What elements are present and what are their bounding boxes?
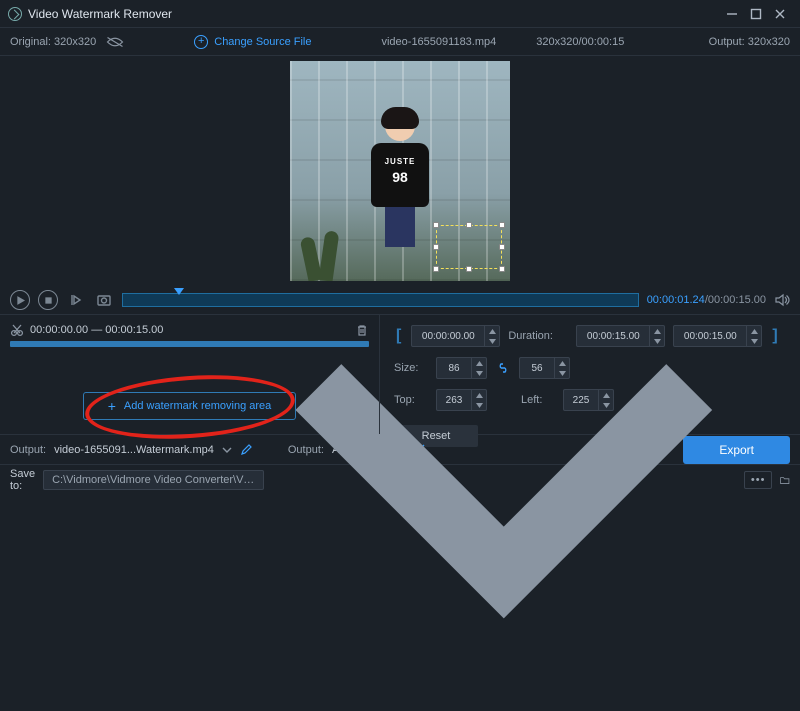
open-folder-icon[interactable]: [780, 473, 790, 487]
scrub-bar[interactable]: [122, 293, 639, 307]
change-source-button[interactable]: + Change Source File: [194, 35, 311, 49]
original-label: Original: 320x320: [10, 36, 96, 48]
browse-path-button[interactable]: •••: [744, 471, 773, 489]
clip-range: 00:00:00.00 — 00:00:15.00: [30, 324, 163, 336]
info-bar: Original: 320x320 + Change Source File v…: [0, 28, 800, 56]
close-button[interactable]: [768, 4, 792, 24]
next-frame-button[interactable]: [66, 290, 86, 310]
app-title: Video Watermark Remover: [28, 7, 172, 21]
clip-timeline[interactable]: [10, 341, 369, 347]
clips-panel: 00:00:00.00 — 00:00:15.00 + Add watermar…: [0, 315, 380, 434]
video-frame: JUSTE 98: [290, 61, 510, 281]
source-filename: video-1655091183.mp4: [381, 36, 496, 48]
stop-button[interactable]: [38, 290, 58, 310]
plus-icon: +: [194, 35, 208, 49]
output-file-value: video-1655091...Watermark.mp4: [54, 444, 214, 456]
set-end-button[interactable]: ]: [770, 327, 779, 345]
watermark-selection-box[interactable]: [436, 225, 502, 269]
volume-icon[interactable]: [774, 292, 790, 308]
save-to-label: Save to:: [10, 468, 35, 492]
plus-icon: +: [108, 399, 116, 413]
app-logo-icon: [8, 7, 22, 21]
output-file-label: Output:: [10, 444, 46, 456]
maximize-button[interactable]: [744, 4, 768, 24]
save-path-field[interactable]: C:\Vidmore\Vidmore Video Converter\Video…: [43, 470, 264, 490]
preview-toggle-icon[interactable]: [106, 35, 124, 49]
source-info: 320x320/00:00:15: [536, 36, 624, 48]
change-source-label: Change Source File: [214, 36, 311, 48]
edit-output-name-icon[interactable]: [240, 444, 252, 456]
clip-row[interactable]: 00:00:00.00 — 00:00:15.00: [10, 323, 369, 337]
delete-clip-icon[interactable]: [355, 323, 369, 337]
playhead-icon[interactable]: [174, 288, 184, 295]
save-row: Save to: C:\Vidmore\Vidmore Video Conver…: [0, 464, 800, 494]
output-file-dropdown-icon[interactable]: [222, 445, 232, 455]
snapshot-button[interactable]: [94, 290, 114, 310]
minimize-button[interactable]: [720, 4, 744, 24]
play-button[interactable]: [10, 290, 30, 310]
clip-icon: [10, 323, 24, 337]
add-watermark-area-button[interactable]: + Add watermark removing area: [83, 392, 297, 420]
add-area-label: Add watermark removing area: [124, 400, 271, 412]
title-bar: Video Watermark Remover: [0, 0, 800, 28]
output-dims: Output: 320x320: [709, 36, 790, 48]
